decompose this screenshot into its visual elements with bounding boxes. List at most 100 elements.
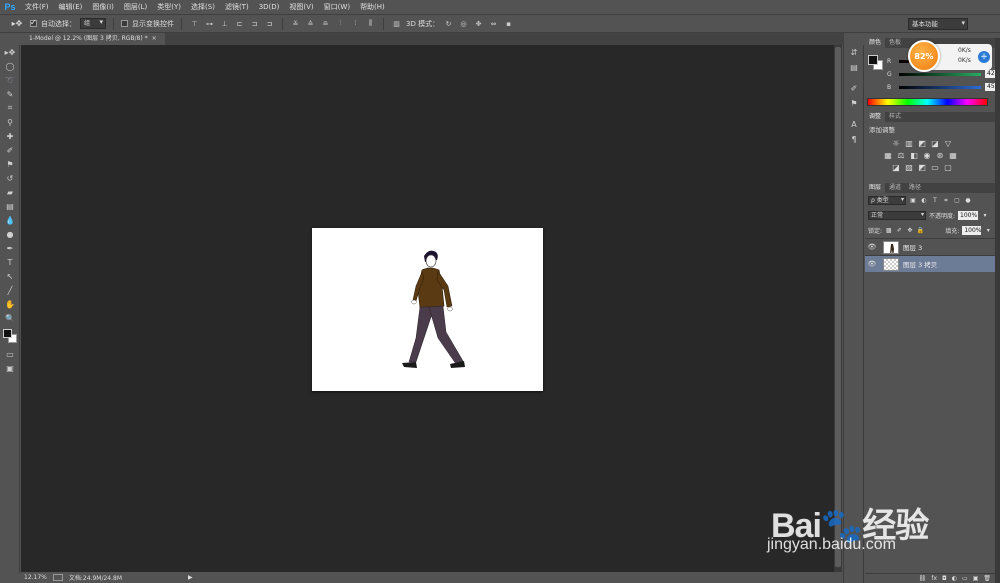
filter-pixel-icon[interactable]: ▣ xyxy=(909,197,917,205)
tab-swatches[interactable]: 色板 xyxy=(885,38,905,48)
slider-g-track[interactable] xyxy=(899,72,981,76)
layer-name[interactable]: 图层 3 拷贝 xyxy=(903,259,937,269)
new-adjustment-icon[interactable]: ◐ xyxy=(952,575,957,582)
layer-filter-dropdown[interactable]: ρ 类型 xyxy=(868,196,906,205)
drag-3d-icon[interactable]: ✥ xyxy=(473,18,484,29)
type-tool-icon[interactable]: T xyxy=(0,255,20,269)
speed-boost-icon[interactable]: + xyxy=(978,51,990,63)
blend-mode-dropdown[interactable]: 正常 xyxy=(868,211,926,220)
properties-panel-icon[interactable]: ▤ xyxy=(844,60,864,75)
filter-adjustment-icon[interactable]: ◐ xyxy=(920,197,928,205)
menu-select[interactable]: 选择(S) xyxy=(186,0,220,14)
menu-image[interactable]: 图像(I) xyxy=(87,0,119,14)
speed-percent-ball[interactable]: 82% xyxy=(908,40,940,72)
selective-color-icon[interactable]: ▢ xyxy=(943,162,953,172)
auto-select-checkbox[interactable] xyxy=(30,18,37,27)
distribute-bottom-icon[interactable]: ≘ xyxy=(320,18,331,29)
posterize-icon[interactable]: ▨ xyxy=(904,162,914,172)
eraser-tool-icon[interactable]: ▰ xyxy=(0,185,20,199)
workspace-dropdown[interactable]: 基本功能 xyxy=(908,18,968,30)
status-preview-icon[interactable] xyxy=(52,574,63,581)
delete-layer-icon[interactable]: 🗑 xyxy=(983,575,991,582)
show-transform-checkbox[interactable] xyxy=(121,20,128,27)
dodge-tool-icon[interactable]: ● xyxy=(0,227,20,241)
lock-transparent-icon[interactable]: ▩ xyxy=(885,227,893,235)
eyedropper-tool-icon[interactable]: ⚲ xyxy=(0,115,20,129)
distribute-right-icon[interactable]: ⫼ xyxy=(365,18,376,29)
filter-type-icon[interactable]: T xyxy=(931,197,939,205)
color-spectrum-ramp[interactable] xyxy=(867,98,988,106)
brush-tool-icon[interactable]: ✐ xyxy=(0,143,20,157)
auto-select-dropdown[interactable]: 组 xyxy=(80,18,106,29)
distribute-hcenter-icon[interactable]: ⦙ xyxy=(350,18,361,29)
exposure-icon[interactable]: ◪ xyxy=(930,138,940,148)
menu-file[interactable]: 文件(F) xyxy=(20,0,54,14)
visibility-eye-icon[interactable]: 👁 xyxy=(865,260,879,268)
marquee-tool-icon[interactable]: ◯ xyxy=(0,59,20,73)
fill-arrow-icon[interactable]: ▾ xyxy=(984,227,992,235)
tab-layers[interactable]: 图层 xyxy=(865,183,886,193)
line-tool-icon[interactable]: ╱ xyxy=(0,283,20,297)
distribute-vcenter-icon[interactable]: ≙ xyxy=(305,18,316,29)
filter-toggle-icon[interactable]: ● xyxy=(964,197,972,205)
fill-value[interactable]: 100% xyxy=(962,226,982,235)
tab-styles[interactable]: 样式 xyxy=(885,112,905,122)
paragraph-panel-icon[interactable]: ¶ xyxy=(844,132,864,147)
network-speed-widget[interactable]: 0K/s 0K/s + 82% xyxy=(908,40,996,72)
tab-adjustments[interactable]: 调整 xyxy=(865,112,886,122)
history-brush-tool-icon[interactable]: ↺ xyxy=(0,171,20,185)
document-tab[interactable]: 1-Model @ 12.2% (图层 3 拷贝, RGB/8) * × xyxy=(21,33,165,45)
path-select-tool-icon[interactable]: ↖ xyxy=(0,269,20,283)
align-vcenter-icon[interactable]: ⊶ xyxy=(204,18,215,29)
color-panel-foreground-swatch[interactable] xyxy=(868,55,878,65)
lasso-tool-icon[interactable]: ➰ xyxy=(0,73,20,87)
align-left-icon[interactable]: ⊏ xyxy=(234,18,245,29)
slider-b[interactable]: B 45 xyxy=(887,82,1000,92)
blur-tool-icon[interactable]: 💧 xyxy=(0,213,20,227)
color-balance-icon[interactable]: ⚖ xyxy=(896,150,906,160)
align-bottom-icon[interactable]: ⊥ xyxy=(219,18,230,29)
gradient-map-icon[interactable]: ▭ xyxy=(930,162,940,172)
new-layer-icon[interactable]: ▣ xyxy=(973,575,979,582)
filter-smart-object-icon[interactable]: ▢ xyxy=(953,197,961,205)
visibility-eye-icon[interactable]: 👁 xyxy=(865,243,879,251)
menu-filter[interactable]: 滤镜(T) xyxy=(220,0,254,14)
new-group-icon[interactable]: ▭ xyxy=(962,575,968,582)
tab-channels[interactable]: 通道 xyxy=(885,183,905,193)
opacity-value[interactable]: 100% xyxy=(958,211,979,220)
scale-3d-icon[interactable]: ▪ xyxy=(503,18,514,29)
clone-stamp-tool-icon[interactable]: ⚑ xyxy=(0,157,20,171)
add-mask-icon[interactable]: ◘ xyxy=(942,575,947,582)
link-layers-icon[interactable]: ⛓ xyxy=(919,575,927,582)
healing-brush-tool-icon[interactable]: ✚ xyxy=(0,129,20,143)
layer-row[interactable]: 👁 图层 3 xyxy=(865,238,995,255)
invert-icon[interactable]: ◪ xyxy=(891,162,901,172)
brush-panel-icon[interactable]: ✐ xyxy=(844,81,864,96)
levels-icon[interactable]: ▥ xyxy=(904,138,914,148)
photo-filter-icon[interactable]: ◉ xyxy=(922,150,932,160)
close-icon[interactable]: × xyxy=(152,33,157,45)
lock-all-icon[interactable]: 🔒 xyxy=(917,227,925,235)
quick-mask-icon[interactable]: ▭ xyxy=(0,347,20,361)
channel-mixer-icon[interactable]: ⊛ xyxy=(935,150,945,160)
brightness-icon[interactable]: ☼ xyxy=(891,138,901,148)
menu-help[interactable]: 帮助(H) xyxy=(355,0,390,14)
hand-tool-icon[interactable]: ✋ xyxy=(0,297,20,311)
color-lookup-icon[interactable]: ▦ xyxy=(948,150,958,160)
character-panel-icon[interactable]: A xyxy=(844,117,864,132)
slide-3d-icon[interactable]: ⇔ xyxy=(488,18,499,29)
layer-style-icon[interactable]: fx xyxy=(931,575,937,582)
screen-mode-icon[interactable]: ▣ xyxy=(0,361,20,375)
layer-row-selected[interactable]: 👁 图层 3 拷贝 xyxy=(865,255,995,272)
menu-edit[interactable]: 编辑(E) xyxy=(54,0,88,14)
pen-tool-icon[interactable]: ✒ xyxy=(0,241,20,255)
panels-scrollbar[interactable] xyxy=(995,38,1000,583)
gradient-tool-icon[interactable]: ▤ xyxy=(0,199,20,213)
curves-icon[interactable]: ◩ xyxy=(917,138,927,148)
scrollbar-thumb[interactable] xyxy=(835,47,841,567)
canvas-vertical-scrollbar[interactable] xyxy=(834,45,842,572)
threshold-icon[interactable]: ◩ xyxy=(917,162,927,172)
slider-b-track[interactable] xyxy=(899,85,981,89)
lock-position-icon[interactable]: ✥ xyxy=(906,227,914,235)
move-tool-preset-icon[interactable]: ▸✥ xyxy=(8,18,26,30)
